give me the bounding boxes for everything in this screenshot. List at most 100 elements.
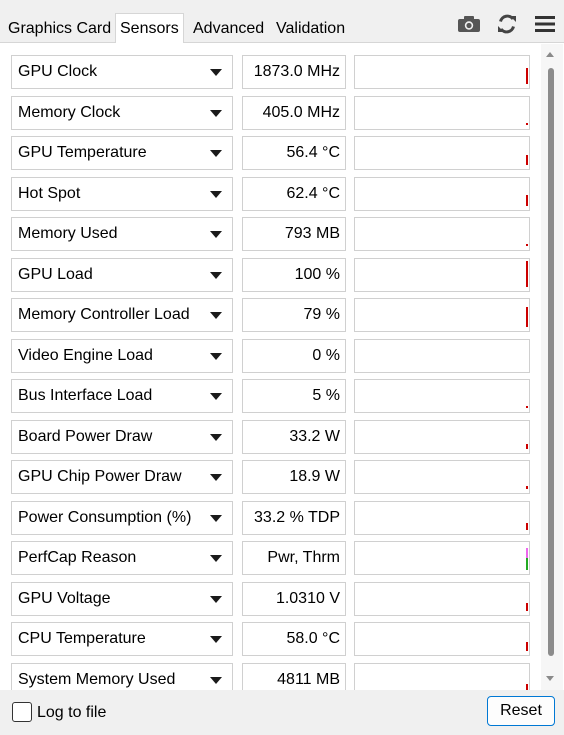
dropdown-arrow-icon[interactable]	[210, 312, 222, 319]
scroll-up-arrow-icon[interactable]	[546, 52, 554, 57]
sensor-graph	[354, 338, 530, 373]
sensor-graph	[354, 581, 530, 616]
sensor-name: GPU Temperature	[18, 144, 147, 161]
dropdown-arrow-icon[interactable]	[210, 636, 222, 643]
sensor-name: GPU Load	[18, 265, 93, 283]
sensor-graph-bar	[526, 406, 528, 408]
sensor-row: Bus Interface Load 5 %	[0, 379, 540, 413]
sensor-graph-bar	[526, 244, 528, 246]
sensor-graph	[354, 136, 530, 170]
dropdown-arrow-icon[interactable]	[210, 69, 222, 76]
sensor-graph-bar	[526, 486, 528, 489]
dropdown-arrow-icon[interactable]	[210, 150, 222, 157]
sensor-name: GPU Clock	[18, 63, 98, 80]
sensor-name-dropdown[interactable]: Video Engine Load	[11, 338, 233, 373]
sensor-row: GPU Chip Power Draw 18.9 W	[0, 460, 540, 494]
sensor-value-box: 58.0 °C	[242, 622, 346, 656]
sensor-row: GPU Voltage 1.0310 V	[0, 581, 540, 616]
sensor-name: System Memory Used	[18, 670, 176, 688]
menu-icon[interactable]	[531, 10, 559, 38]
sensor-name-dropdown[interactable]: CPU Temperature	[11, 622, 233, 656]
dropdown-arrow-icon[interactable]	[210, 514, 222, 522]
sensor-name-dropdown[interactable]: System Memory Used	[11, 662, 233, 690]
scrollbar-thumb[interactable]	[548, 68, 554, 656]
sensor-name-dropdown[interactable]: GPU Load	[11, 257, 233, 292]
sensor-value-box: 33.2 W	[242, 419, 346, 454]
sensor-name: Bus Interface Load	[18, 387, 153, 404]
tab-bar: Graphics Card Sensors Advanced Validatio…	[0, 0, 564, 43]
sensor-value-box: 1.0310 V	[242, 581, 346, 616]
sensor-graph-bar	[526, 68, 528, 84]
sensor-name: GPU Chip Power Draw	[18, 468, 182, 485]
dropdown-arrow-icon[interactable]	[210, 676, 222, 684]
tab-advanced[interactable]: Advanced	[189, 16, 268, 42]
sensor-graph-bar	[526, 683, 528, 690]
sensor-graph-bar	[526, 602, 528, 611]
sensor-name-dropdown[interactable]: GPU Clock	[11, 55, 233, 89]
sensor-value-box: Pwr, Thrm	[242, 541, 346, 575]
sensor-value: Pwr, Thrm	[267, 549, 340, 566]
reset-button[interactable]: Reset	[487, 696, 555, 726]
sensor-graph	[354, 460, 530, 494]
sensor-graph-bar	[526, 548, 528, 558]
sensor-graph-bar	[526, 194, 528, 206]
sensor-name: Memory Controller Load	[18, 306, 190, 323]
sensor-graph-bar	[526, 558, 528, 570]
sensor-name-dropdown[interactable]: Memory Used	[11, 217, 233, 251]
sensor-name-dropdown[interactable]: PerfCap Reason	[11, 541, 233, 575]
sensor-name-dropdown[interactable]: GPU Voltage	[11, 581, 233, 616]
sensor-name: Memory Clock	[18, 103, 121, 121]
dropdown-arrow-icon[interactable]	[210, 474, 222, 481]
camera-icon[interactable]	[455, 10, 483, 38]
sensor-name-dropdown[interactable]: Hot Spot	[11, 176, 233, 211]
sensor-value: 1.0310 V	[275, 589, 340, 607]
refresh-icon[interactable]	[493, 10, 521, 38]
sensor-row: Memory Controller Load 79 %	[0, 298, 540, 332]
dropdown-arrow-icon[interactable]	[210, 555, 222, 562]
sensor-name-dropdown[interactable]: Board Power Draw	[11, 419, 233, 454]
dropdown-arrow-icon[interactable]	[210, 231, 222, 238]
sensor-graph-bar	[526, 522, 528, 530]
sensor-value: 100 %	[294, 265, 340, 283]
sensor-graph-bar	[526, 642, 528, 651]
sensor-name: Power Consumption (%)	[18, 508, 192, 526]
sensor-name: Board Power Draw	[18, 427, 153, 445]
dropdown-arrow-icon[interactable]	[210, 352, 222, 360]
sensor-value-box: 1873.0 MHz	[242, 55, 346, 89]
dropdown-arrow-icon[interactable]	[210, 433, 222, 441]
sensor-name-dropdown[interactable]: GPU Temperature	[11, 136, 233, 170]
sensor-graph-bar	[526, 307, 528, 327]
sensor-value-box: 62.4 °C	[242, 176, 346, 211]
sensor-name-dropdown[interactable]: Memory Controller Load	[11, 298, 233, 332]
sensor-list: GPU Clock 1873.0 MHz Memory Clock 405.0 MHz…	[0, 43, 564, 690]
sensor-name: Video Engine Load	[18, 346, 153, 364]
dropdown-arrow-icon[interactable]	[210, 109, 222, 117]
tab-graphics-card[interactable]: Graphics Card	[4, 16, 115, 42]
sensor-value-box: 100 %	[242, 257, 346, 292]
sensor-value: 0 %	[312, 346, 340, 364]
sensor-name-dropdown[interactable]: Memory Clock	[11, 95, 233, 130]
tab-sensors[interactable]: Sensors	[115, 13, 184, 43]
sensor-graph	[354, 541, 530, 575]
sensor-row: GPU Temperature 56.4 °C	[0, 136, 540, 170]
dropdown-arrow-icon[interactable]	[210, 271, 222, 279]
sensor-name-dropdown[interactable]: GPU Chip Power Draw	[11, 460, 233, 494]
sensor-value: 58.0 °C	[286, 630, 340, 647]
sensor-name: Hot Spot	[18, 184, 81, 202]
dropdown-arrow-icon[interactable]	[210, 595, 222, 603]
sensor-value: 33.2 W	[289, 427, 340, 445]
sensor-value: 18.9 W	[289, 468, 340, 485]
scroll-down-arrow-icon[interactable]	[546, 676, 554, 681]
dropdown-arrow-icon[interactable]	[210, 190, 222, 198]
sensor-value-box: 5 %	[242, 379, 346, 413]
dropdown-arrow-icon[interactable]	[210, 393, 222, 400]
sensor-value-box: 79 %	[242, 298, 346, 332]
sensor-value: 33.2 % TDP	[254, 508, 340, 526]
log-to-file-checkbox[interactable]	[12, 702, 32, 722]
sensor-value-box: 18.9 W	[242, 460, 346, 494]
sensor-name-dropdown[interactable]: Power Consumption (%)	[11, 500, 233, 535]
sensor-name-dropdown[interactable]: Bus Interface Load	[11, 379, 233, 413]
tab-validation[interactable]: Validation	[272, 16, 349, 42]
sensor-value: 4811 MB	[277, 670, 340, 688]
sensor-graph-bar	[526, 155, 528, 165]
